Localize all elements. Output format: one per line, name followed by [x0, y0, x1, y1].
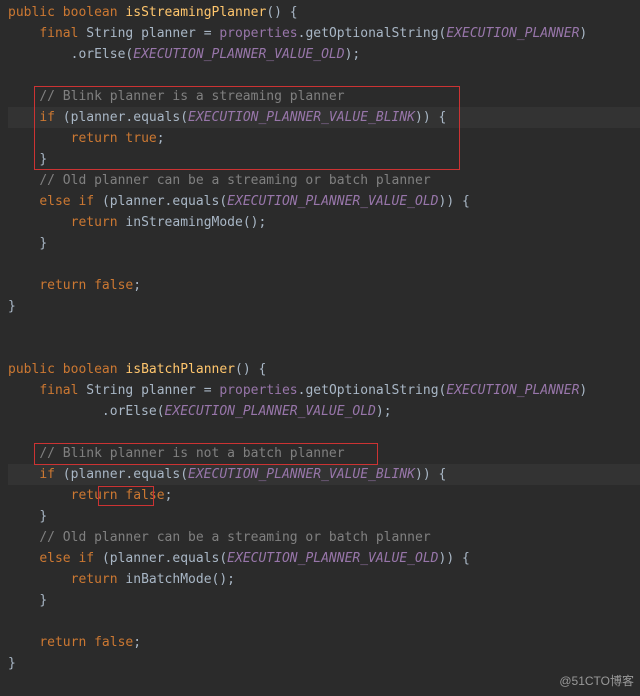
- code-line: [8, 317, 640, 338]
- code-line: // Old planner can be a streaming or bat…: [8, 170, 640, 191]
- code-line: // Old planner can be a streaming or bat…: [8, 527, 640, 548]
- code-line: [8, 422, 640, 443]
- code-line: public boolean isBatchPlanner() {: [8, 359, 640, 380]
- code-line: if (planner.equals(EXECUTION_PLANNER_VAL…: [8, 464, 640, 485]
- code-editor[interactable]: public boolean isStreamingPlanner() { fi…: [0, 0, 640, 676]
- code-line: return true;: [8, 128, 640, 149]
- code-line: // Blink planner is a streaming planner: [8, 86, 640, 107]
- code-line: return inBatchMode();: [8, 569, 640, 590]
- code-line: [8, 65, 640, 86]
- code-line: [8, 611, 640, 632]
- code-line: final String planner = properties.getOpt…: [8, 380, 640, 401]
- code-line: [8, 338, 640, 359]
- code-line: }: [8, 506, 640, 527]
- code-line: }: [8, 233, 640, 254]
- code-line: .orElse(EXECUTION_PLANNER_VALUE_OLD);: [8, 44, 640, 65]
- code-line: return inStreamingMode();: [8, 212, 640, 233]
- code-line: return false;: [8, 632, 640, 653]
- code-line: if (planner.equals(EXECUTION_PLANNER_VAL…: [8, 107, 640, 128]
- code-line: return false;: [8, 485, 640, 506]
- code-line: else if (planner.equals(EXECUTION_PLANNE…: [8, 548, 640, 569]
- code-line: }: [8, 590, 640, 611]
- watermark: @51CTO博客: [559, 671, 634, 692]
- code-line: .orElse(EXECUTION_PLANNER_VALUE_OLD);: [8, 401, 640, 422]
- code-line: }: [8, 653, 640, 674]
- code-line: public boolean isStreamingPlanner() {: [8, 2, 640, 23]
- code-line: }: [8, 296, 640, 317]
- code-line: [8, 254, 640, 275]
- code-line: // Blink planner is not a batch planner: [8, 443, 640, 464]
- code-line: }: [8, 149, 640, 170]
- code-line: return false;: [8, 275, 640, 296]
- code-line: final String planner = properties.getOpt…: [8, 23, 640, 44]
- code-line: else if (planner.equals(EXECUTION_PLANNE…: [8, 191, 640, 212]
